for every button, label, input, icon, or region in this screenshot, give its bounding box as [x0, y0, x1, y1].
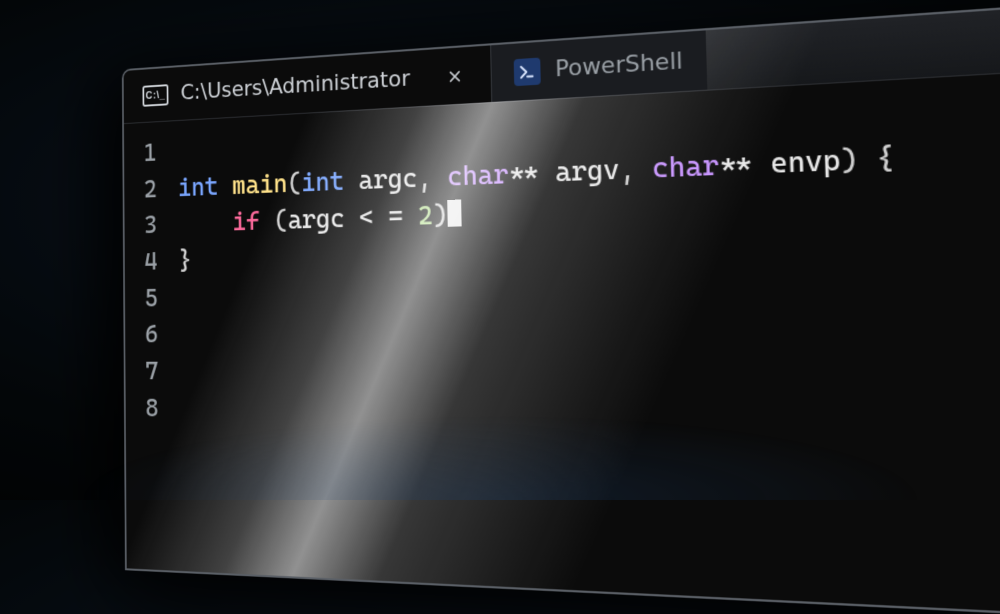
code-line: if (argc < = 2) [178, 200, 462, 239]
text-cursor [448, 200, 462, 227]
line-number: 8 [126, 391, 171, 428]
cmd-icon: C:\_ [142, 84, 168, 107]
line-number: 4 [125, 244, 170, 281]
code-line: } [178, 246, 192, 276]
terminal-window: C:\_ C:\Users\Administrator PowerShell [122, 0, 1000, 614]
line-number: 7 [125, 354, 170, 391]
line-number: 6 [125, 317, 170, 354]
code-line: int main(int argc, char** argv, char** e… [178, 142, 895, 203]
line-number: 2 [124, 171, 169, 209]
code-area[interactable]: int main(int argc, char** argv, char** e… [169, 59, 1000, 614]
powershell-icon [514, 57, 541, 86]
tab-label: PowerShell [555, 48, 683, 83]
code-editor[interactable]: 1 2 3 4 5 6 7 8 int main(int argc, char*… [124, 59, 1000, 614]
tab-label: C:\Users\Administrator [180, 66, 410, 105]
line-number: 3 [124, 208, 169, 246]
tab-close-button[interactable] [441, 61, 469, 91]
tab-powershell[interactable]: PowerShell [491, 30, 707, 102]
line-number-gutter: 1 2 3 4 5 6 7 8 [124, 122, 172, 571]
close-icon [448, 68, 462, 83]
line-number: 5 [125, 281, 170, 318]
line-number: 1 [124, 135, 169, 173]
